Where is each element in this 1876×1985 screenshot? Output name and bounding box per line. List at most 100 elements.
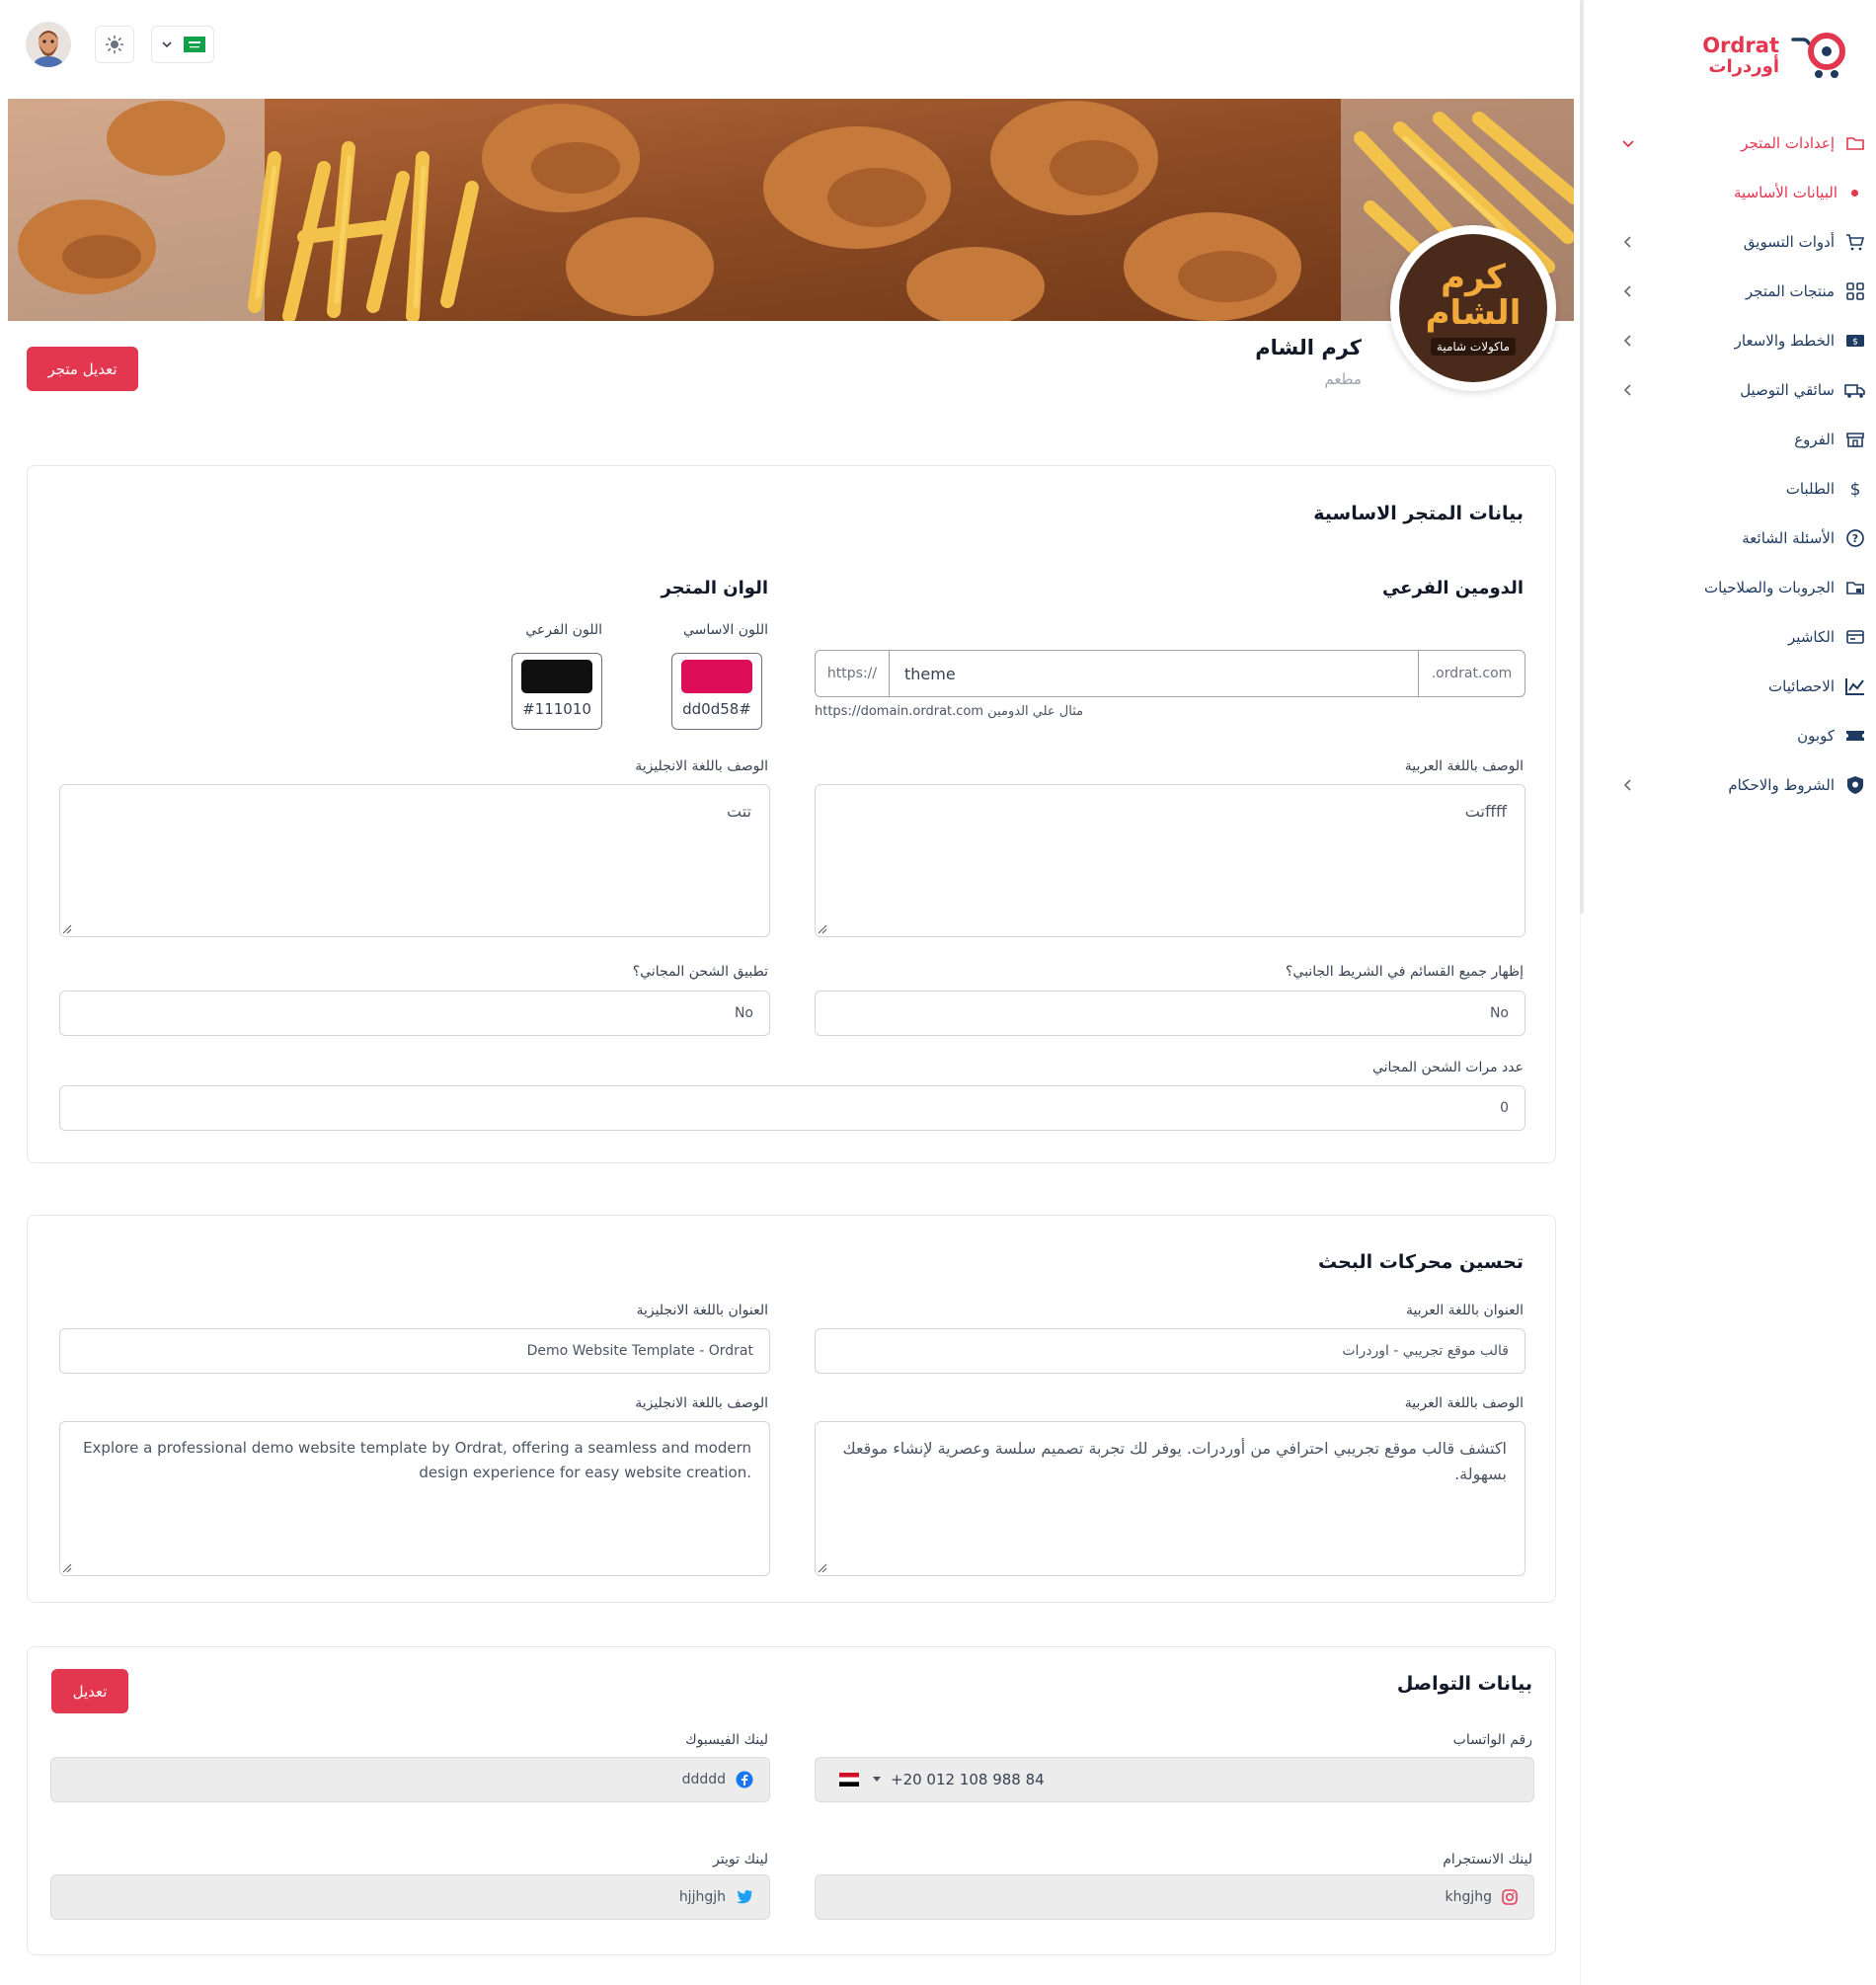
sidebar-item-plans[interactable]: $ الخطط والاسعار: [1609, 316, 1866, 365]
twitter-icon: [737, 1890, 752, 1904]
edit-store-button[interactable]: تعديل متجر: [27, 347, 138, 391]
svg-text:$: $: [1850, 480, 1861, 499]
store-type: مطعم: [1324, 370, 1362, 388]
primary-color-value: dd0d58#: [682, 700, 751, 718]
resize-handle-icon[interactable]: [818, 1563, 827, 1573]
shield-icon: [1844, 774, 1866, 796]
edit-contact-button[interactable]: تعديل: [51, 1669, 128, 1713]
sidebar-item-orders[interactable]: $ الطلبات: [1609, 464, 1866, 514]
sidebar-item-store-settings[interactable]: إعدادات المتجر: [1609, 119, 1866, 168]
twitter-value: hjjhgjh: [678, 1889, 726, 1905]
seo-title-ar-label: العنوان باللغة العربية: [1405, 1303, 1524, 1318]
desc-en-textarea[interactable]: تتت: [59, 784, 770, 937]
whatsapp-value: +20 012 108 988 84: [891, 1771, 1045, 1788]
user-avatar[interactable]: [26, 22, 71, 67]
whatsapp-input[interactable]: +20 012 108 988 84: [815, 1757, 1534, 1802]
seo-title-en-label: العنوان باللغة الانجليزية: [636, 1303, 768, 1318]
instagram-input[interactable]: khgjhg: [815, 1874, 1534, 1920]
seo-title-ar-value: قالب موقع تجريبي - اوردرات: [1342, 1343, 1509, 1359]
sidebar-item-faq[interactable]: ? الأسئلة الشائعة: [1609, 514, 1866, 563]
show-sections-value: No: [1489, 1005, 1509, 1021]
folder-lock-icon: [1844, 577, 1866, 598]
sidebar-item-cashier[interactable]: الكاشير: [1609, 612, 1866, 662]
store-cover-image: [8, 99, 1574, 321]
cart-icon: [1844, 231, 1866, 253]
seo-title-ar-input[interactable]: قالب موقع تجريبي - اوردرات: [815, 1328, 1525, 1374]
store-logo-tagline: ماكولات شامية: [1430, 337, 1517, 356]
resize-handle-icon[interactable]: [62, 1563, 72, 1573]
resize-handle-icon[interactable]: [818, 924, 827, 934]
sidebar-subitem-basic-data[interactable]: البيانات الأساسية: [1609, 168, 1866, 217]
desc-ar-textarea[interactable]: ffffتت: [815, 784, 1525, 937]
seo-title: تحسين محركات البحث: [1317, 1251, 1524, 1273]
seo-title-en-value: Demo Website Template - Ordrat: [526, 1343, 753, 1359]
logo-text-ar: أوردرات: [1708, 55, 1779, 77]
seo-title-en-input[interactable]: Demo Website Template - Ordrat: [59, 1328, 770, 1374]
sidebar-item-coupon[interactable]: كوبون: [1609, 711, 1866, 760]
store-logo[interactable]: كرم الشام ماكولات شامية: [1390, 225, 1556, 391]
twitter-input[interactable]: hjjhgjh: [50, 1874, 770, 1920]
show-sections-select[interactable]: No: [815, 991, 1525, 1036]
seo-card: تحسين محركات البحث العنوان باللغة العربي…: [27, 1215, 1556, 1603]
sidebar-item-statistics[interactable]: الاحصائيات: [1609, 662, 1866, 711]
colors-title: الوان المتجر: [661, 578, 768, 598]
sidebar-item-drivers[interactable]: سائقي التوصيل: [1609, 365, 1866, 415]
money-icon: $: [1844, 330, 1866, 352]
sidebar-nav: إعدادات المتجر البيانات الأساسية أدوات ا…: [1609, 119, 1866, 810]
sidebar-item-terms[interactable]: الشروط والاحكام: [1609, 760, 1866, 810]
sidebar-subitem-label: البيانات الأساسية: [1734, 184, 1837, 201]
sidebar-item-branches[interactable]: الفروع: [1609, 415, 1866, 464]
sidebar-item-label: الفروع: [1794, 431, 1835, 448]
free-shipping-count-input[interactable]: 0: [59, 1085, 1525, 1131]
chevron-left-icon: [1623, 236, 1631, 248]
facebook-value: ddddd: [681, 1772, 726, 1787]
language-select[interactable]: [151, 26, 214, 63]
instagram-value: khgjhg: [1445, 1889, 1492, 1905]
sidebar-item-label: الجروبات والصلاحيات: [1703, 579, 1835, 596]
contact-card: بيانات التواصل تعديل رقم الواتساب لينك ا…: [27, 1646, 1556, 1955]
sun-icon: [105, 35, 124, 54]
sidebar-item-label: كوبون: [1797, 727, 1835, 745]
svg-text:$: $: [1852, 338, 1858, 348]
sidebar-item-products[interactable]: منتجات المتجر: [1609, 267, 1866, 316]
subdomain-input-group: https:// theme .ordrat.com: [815, 650, 1525, 697]
sidebar-item-label: إعدادات المتجر: [1741, 134, 1835, 152]
seo-desc-en-textarea[interactable]: Explore a professional demo website temp…: [59, 1421, 770, 1576]
cart-logo-icon: [1789, 30, 1854, 81]
desc-ar-value: ffffتت: [1464, 802, 1507, 821]
free-shipping-select[interactable]: No: [59, 991, 770, 1036]
help-icon: ?: [1844, 527, 1866, 549]
desc-ar-label: الوصف باللغة العربية: [1404, 758, 1524, 774]
instagram-icon: [1502, 1889, 1518, 1905]
sidebar-scrollbar[interactable]: [1580, 0, 1584, 913]
desc-en-label: الوصف باللغة الانجليزية: [635, 758, 768, 774]
basic-data-card: بيانات المتجر الاساسية الدومين الفرعي ال…: [27, 465, 1556, 1163]
subdomain-input[interactable]: theme: [890, 651, 1418, 696]
resize-handle-icon[interactable]: [62, 924, 72, 934]
free-shipping-label: تطبيق الشحن المجاني؟: [632, 964, 768, 980]
ordrat-logo[interactable]: Ordrat أوردرات: [1702, 30, 1854, 81]
chevron-left-icon: [1623, 285, 1631, 297]
saudi-flag-icon: [184, 37, 205, 52]
sidebar-item-marketing[interactable]: أدوات التسويق: [1609, 217, 1866, 267]
caret-down-icon: [873, 1777, 881, 1782]
subdomain-title: الدومين الفرعي: [1381, 578, 1524, 598]
theme-toggle-button[interactable]: [95, 26, 134, 63]
egypt-flag-icon: [839, 1773, 859, 1786]
free-shipping-value: No: [734, 1005, 753, 1021]
store-logo-text: كرم الشام: [1425, 258, 1522, 333]
sidebar-item-groups[interactable]: الجروبات والصلاحيات: [1609, 563, 1866, 612]
truck-icon: [1844, 379, 1866, 401]
primary-color-picker[interactable]: dd0d58#: [671, 653, 762, 730]
secondary-color-picker[interactable]: #111010: [511, 653, 602, 730]
dollar-icon: $: [1844, 478, 1866, 500]
subdomain-prefix: https://: [816, 651, 890, 696]
cashier-icon: [1844, 626, 1866, 648]
subdomain-hint: مثال علي الدومين https://domain.ordrat.c…: [815, 704, 1084, 719]
desc-en-value: تتت: [727, 802, 751, 821]
facebook-input[interactable]: ddddd: [50, 1757, 770, 1802]
seo-desc-ar-textarea[interactable]: اكتشف قالب موقع تجريبي احترافي من أوردرا…: [815, 1421, 1525, 1576]
store-icon: [1844, 429, 1866, 450]
contact-title: بيانات التواصل: [1396, 1673, 1532, 1695]
free-shipping-count-value: 0: [1500, 1100, 1509, 1116]
